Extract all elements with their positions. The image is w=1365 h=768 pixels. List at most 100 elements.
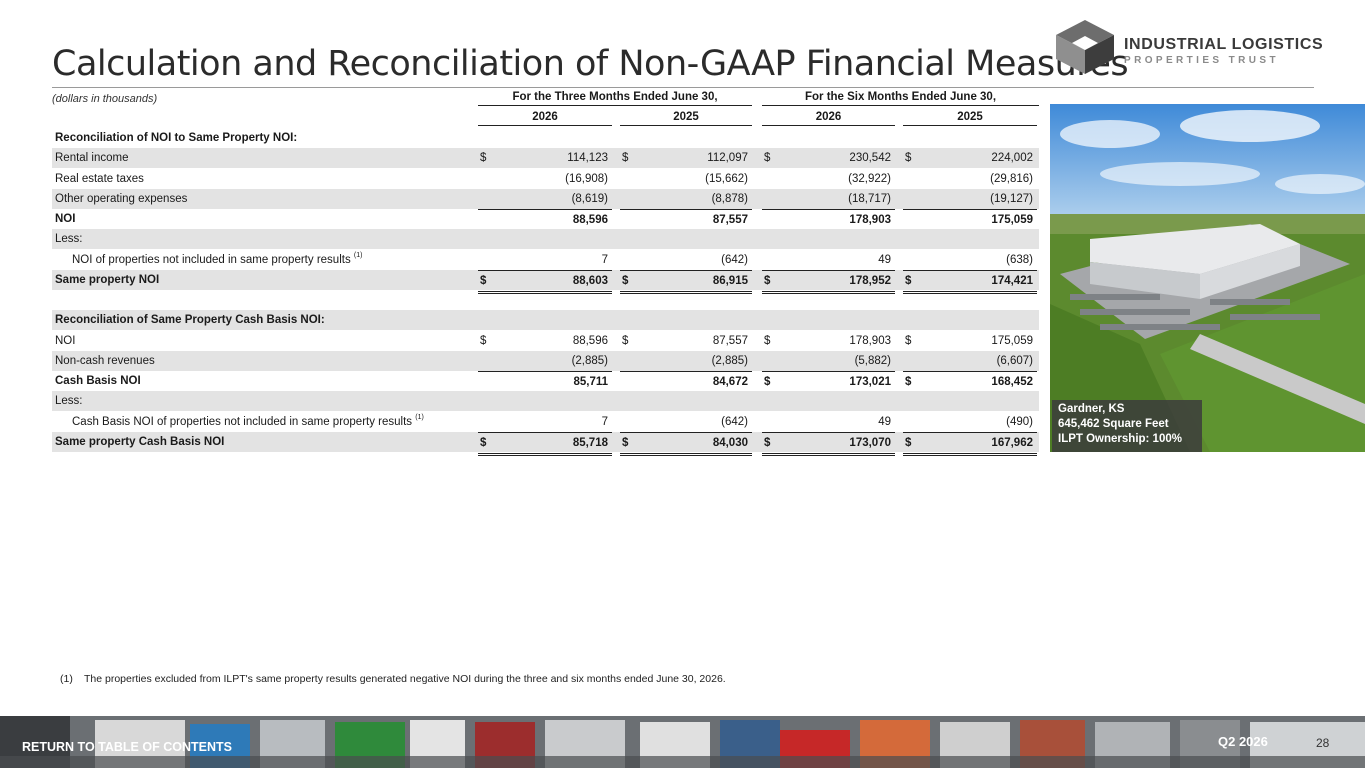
value-cell: [762, 290, 895, 310]
caption-location: Gardner, KS: [1058, 403, 1125, 415]
header-six-months: For the Six Months Ended June 30,: [762, 91, 1039, 106]
currency-symbol: $: [905, 274, 912, 287]
value-cell: $87,557: [620, 331, 752, 351]
value-text: 49: [878, 415, 891, 428]
value-text: 87,557: [712, 334, 748, 347]
value-text: 85,718: [572, 436, 608, 449]
title-divider: [52, 87, 1314, 88]
header-three-months: For the Three Months Ended June 30,: [478, 91, 752, 106]
value-text: 88,603: [572, 274, 608, 287]
value-text: 88,596: [572, 214, 608, 226]
table-row: Other operating expenses (8,619) (8,878) (1…: [52, 188, 1039, 209]
value-cell: $112,097: [620, 148, 752, 168]
row-label: NOI: [55, 209, 75, 229]
value-text: (18,717): [848, 192, 891, 205]
value-text: 86,915: [712, 274, 748, 287]
value-text: 87,557: [712, 214, 748, 226]
value-cell: (638): [903, 250, 1037, 270]
value-cell: $167,962: [903, 431, 1037, 456]
row-label-text: Other operating expenses: [55, 192, 188, 205]
value-cell: (29,816): [903, 169, 1037, 189]
value-cell: $173,021: [762, 371, 895, 392]
row-label: Less:: [55, 229, 83, 249]
page-title: Calculation and Reconciliation of Non-GA…: [52, 44, 1129, 84]
currency-symbol: $: [622, 152, 629, 165]
value-text: 112,097: [707, 152, 748, 165]
value-cell: [620, 229, 752, 249]
value-text: (19,127): [990, 192, 1033, 205]
currency-symbol: $: [622, 334, 629, 347]
row-label-text: Same property Cash Basis NOI: [55, 435, 225, 448]
currency-symbol: $: [764, 152, 771, 165]
table-row: NOI of properties not included in same p…: [52, 250, 1039, 270]
row-label-text: NOI: [55, 213, 76, 225]
value-cell: [903, 229, 1037, 249]
currency-symbol: $: [480, 152, 487, 165]
footnote-ref: (1): [415, 413, 424, 421]
value-text: 178,903: [849, 214, 891, 226]
value-text: (8,619): [571, 192, 608, 205]
currency-symbol: $: [480, 436, 487, 449]
currency-symbol: $: [905, 334, 912, 347]
table-row: Less:: [52, 391, 1039, 412]
currency-symbol: $: [764, 334, 771, 347]
row-label-text: Reconciliation of Same Property Cash Bas…: [55, 314, 325, 327]
table-row: Rental income $114,123 $112,097 $230,542 $22…: [52, 148, 1039, 169]
value-text: (8,878): [711, 192, 748, 205]
value-text: 7: [601, 253, 608, 266]
photo-caption: Gardner, KS 645,462 Square Feet ILPT Own…: [1052, 400, 1202, 452]
value-text: 84,030: [712, 436, 748, 449]
value-cell: 84,672: [620, 371, 752, 392]
value-cell: 178,903: [762, 209, 895, 230]
row-label: Non-cash revenues: [55, 351, 155, 371]
value-cell: $85,718: [478, 431, 612, 456]
row-label-text: Non-cash revenues: [55, 354, 155, 367]
value-cell: [478, 229, 612, 249]
currency-symbol: $: [480, 334, 487, 347]
value-cell: $178,903: [762, 331, 895, 351]
caption-size: 645,462 Square Feet: [1058, 418, 1169, 430]
value-text: 85,711: [573, 376, 608, 388]
row-label: Real estate taxes: [55, 169, 144, 189]
value-text: (642): [721, 253, 748, 266]
row-label: Cash Basis NOI: [55, 371, 141, 391]
value-cell: $84,030: [620, 431, 752, 456]
value-cell: 88,596: [478, 209, 612, 230]
return-to-contents-link[interactable]: RETURN TO TABLE OF CONTENTS: [22, 740, 232, 754]
row-label: Same property NOI: [55, 270, 159, 290]
currency-symbol: $: [764, 376, 771, 388]
value-cell: [762, 229, 895, 249]
row-label: Reconciliation of NOI to Same Property N…: [55, 128, 297, 148]
row-label-text: Less:: [55, 395, 83, 408]
value-cell: [903, 391, 1037, 411]
value-cell: [620, 391, 752, 411]
currency-symbol: $: [622, 436, 629, 449]
value-text: 84,672: [712, 376, 748, 388]
table-row: NOI 88,596 87,557 178,903 175,059: [52, 209, 1039, 229]
value-text: 167,962: [991, 436, 1033, 449]
value-cell: 7: [478, 250, 612, 270]
value-cell: (16,908): [478, 169, 612, 189]
table-row: Same property Cash Basis NOI $85,718 $84,0…: [52, 431, 1039, 456]
currency-symbol: $: [905, 376, 912, 388]
value-text: 88,596: [572, 334, 608, 347]
value-text: 178,952: [849, 274, 891, 287]
value-cell: [903, 128, 1037, 148]
value-text: 114,123: [567, 152, 608, 165]
value-cell: [620, 290, 752, 310]
table-row: Less:: [52, 229, 1039, 250]
row-label: Rental income: [55, 148, 129, 168]
value-cell: 7: [478, 412, 612, 432]
value-cell: (2,885): [478, 351, 612, 371]
value-cell: [620, 310, 752, 330]
value-cell: $168,452: [903, 371, 1037, 392]
value-text: 173,070: [849, 436, 891, 449]
value-cell: $175,059: [903, 331, 1037, 351]
units-note: (dollars in thousands): [52, 93, 158, 105]
value-cell: (6,607): [903, 351, 1037, 371]
value-text: (29,816): [990, 172, 1033, 185]
row-label: NOI of properties not included in same p…: [72, 250, 362, 270]
value-cell: [903, 310, 1037, 330]
value-cell: (8,878): [620, 189, 752, 209]
value-text: 178,903: [849, 334, 891, 347]
